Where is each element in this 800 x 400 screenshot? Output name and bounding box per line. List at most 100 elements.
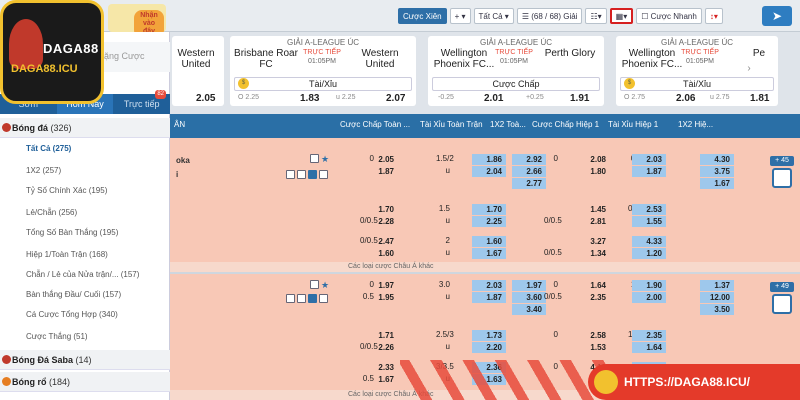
odd-value[interactable]: 2.01 [484,93,503,104]
odd-cell[interactable]: 1.60 [472,236,506,247]
odd-cell[interactable]: 2.20 [472,342,506,353]
column-header[interactable]: Cược Chấp Hiệp 1 [532,120,599,129]
odd-cell[interactable]: 2.03 [632,154,666,165]
odd-cell[interactable]: 1.87 [472,292,506,303]
odd-cell[interactable]: 1.95 [364,292,398,303]
chevron-right-icon[interactable]: › [742,62,756,76]
info-icon[interactable] [297,170,306,179]
match-card[interactable]: GIẢI A-LEAGUE ÚC Wellington Phoenix FC..… [428,36,604,106]
stats-icon[interactable] [319,294,328,303]
odd-cell[interactable]: 2.47 [364,236,398,247]
odd-cell[interactable]: 1.97 [512,280,546,291]
quick-bet-toggle[interactable]: ☐ Cược Nhanh [636,8,702,24]
odd-cell[interactable]: 2.04 [472,166,506,177]
odd-cell[interactable]: 12.00 [700,292,734,303]
odd-value[interactable]: 1.81 [750,93,769,104]
odd-value[interactable]: 1.91 [570,93,589,104]
other-bets-link[interactable]: Các loại cược Châu Á khác [170,262,800,272]
odd-cell[interactable]: 1.90 [632,280,666,291]
odd-cell[interactable]: 1.87 [632,166,666,177]
odd-cell[interactable]: 2.81 [576,216,610,227]
odd-cell[interactable]: 1.70 [364,204,398,215]
match-card[interactable]: Western United 2.05 [172,36,224,106]
odd-value[interactable]: 2.06 [676,93,695,104]
odd-cell[interactable]: 1.34 [576,248,610,259]
odd-cell[interactable]: 2.33 [364,362,398,373]
view-list-button[interactable]: ☷▾ [585,8,607,24]
more-markets-button[interactable]: + 49 [770,282,794,292]
column-header[interactable]: Tài Xỉu Toàn Trận [420,120,483,129]
odd-cell[interactable]: 3.50 [700,304,734,315]
market-1x2[interactable]: 1X2 (257) [26,166,61,175]
market-first-last-goal[interactable]: Bàn thắng Đầu/ Cuối (157) [26,290,121,299]
money-icon[interactable] [308,170,317,179]
column-header[interactable]: Cược Chấp Toàn ... [340,120,410,129]
star-icon[interactable]: ★ [321,280,329,291]
odd-cell[interactable]: 4.33 [632,236,666,247]
odd-value[interactable]: 2.07 [386,93,405,104]
market-outright[interactable]: Cược Thắng (51) [26,332,88,341]
column-header[interactable]: 1X2 Toà... [490,120,526,129]
odd-cell[interactable]: 2.03 [472,280,506,291]
odd-cell[interactable]: 1.71 [364,330,398,341]
parlay-button[interactable]: Cược Xiên [398,8,447,24]
market-mix-parlay[interactable]: Cá Cược Tổng Hợp (340) [26,310,118,319]
odd-cell[interactable]: 2.92 [512,154,546,165]
odd-cell[interactable]: 2.26 [364,342,398,353]
odd-cell[interactable]: 1.55 [632,216,666,227]
odd-cell[interactable]: 1.70 [472,204,506,215]
market-half-odd-even[interactable]: Chẵn / Lẻ của Nửa trận/... (157) [26,270,139,279]
clock-icon[interactable] [772,168,792,188]
chart-icon[interactable] [286,170,295,179]
odd-cell[interactable]: 3.75 [700,166,734,177]
odd-cell[interactable]: 1.45 [576,204,610,215]
odd-cell[interactable]: 2.53 [632,204,666,215]
view-grid-button[interactable]: ▦▾ [609,8,634,24]
market-half-full[interactable]: Hiệp 1/Toàn Trận (168) [26,250,108,259]
market-correct-score[interactable]: Tỷ Số Chính Xác (195) [26,186,107,195]
odd-cell[interactable]: 1.20 [632,248,666,259]
money-icon[interactable] [308,294,317,303]
odd-cell[interactable]: 4.30 [700,154,734,165]
promo-banner[interactable]: Nhận vào đây [108,4,166,38]
odd-cell[interactable]: 2.00 [632,292,666,303]
odd-cell[interactable]: 2.28 [364,216,398,227]
match-card[interactable]: GIẢI A-LEAGUE ÚC Brisbane Roar FC TRỰC T… [230,36,416,106]
odd-cell[interactable]: 1.64 [632,342,666,353]
column-header[interactable]: Tài Xỉu Hiệp 1 [608,120,658,129]
odd-cell[interactable]: 1.73 [472,330,506,341]
league-select[interactable]: ☰ (68 / 68) Giải [516,8,583,24]
odd-cell[interactable]: 3.27 [576,236,610,247]
odd-value[interactable]: 1.83 [300,93,319,104]
odd-cell[interactable]: 1.67 [700,178,734,189]
odd-cell[interactable]: 2.35 [632,330,666,341]
odd-cell[interactable]: 1.64 [576,280,610,291]
odd-cell[interactable]: 2.66 [512,166,546,177]
column-header[interactable]: 1X2 Hiệ... [678,120,713,129]
odd-cell[interactable]: 2.08 [576,154,610,165]
sport-football[interactable]: Bóng đá (326) [0,118,170,138]
odd-cell[interactable]: 1.87 [364,166,398,177]
clock-icon[interactable] [772,294,792,314]
odd-cell[interactable]: 1.67 [364,374,398,385]
sort-button[interactable]: ↕▾ [704,8,723,24]
odd-cell[interactable]: 1.60 [364,248,398,259]
more-markets-button[interactable]: + 45 [770,156,794,166]
tv-icon[interactable] [310,154,319,163]
sport-basketball[interactable]: Bóng rổ (184) [0,372,170,392]
odd-cell[interactable]: 2.77 [512,178,546,189]
odd-cell[interactable]: 1.67 [472,248,506,259]
odd-cell[interactable]: 1.80 [576,166,610,177]
site-url-banner[interactable]: HTTPS://DAGA88.ICU/ [588,364,800,400]
odd-cell[interactable]: 1.53 [576,342,610,353]
add-button[interactable]: + ▾ [449,8,471,24]
stats-icon[interactable] [319,170,328,179]
info-icon[interactable] [297,294,306,303]
odd-cell[interactable]: 3.60 [512,292,546,303]
odd-cell[interactable]: 3.40 [512,304,546,315]
tv-icon[interactable] [310,280,319,289]
odd-cell[interactable]: 1.37 [700,280,734,291]
odd-value[interactable]: 2.05 [196,93,215,104]
odd-cell[interactable]: 1.97 [364,280,398,291]
telegram-icon[interactable]: ➤ [762,6,792,26]
